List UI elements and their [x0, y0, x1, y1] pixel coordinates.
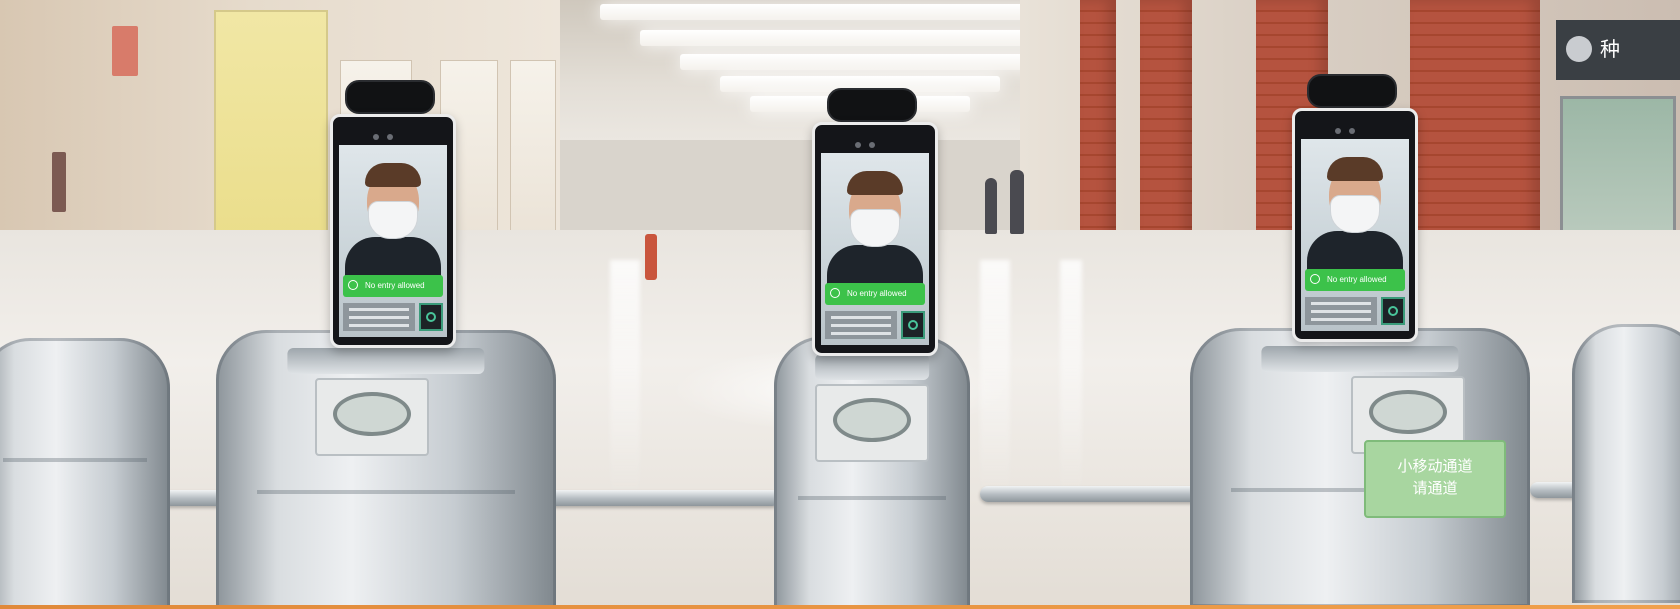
kiosk-screen: No entry allowed — [1301, 139, 1409, 331]
sensor-dots — [855, 135, 883, 153]
kiosk-body: No entry allowed — [1292, 108, 1418, 342]
kiosk-body: No entry allowed — [812, 122, 938, 356]
shop-sign: 种 — [1556, 20, 1680, 80]
status-bar: No entry allowed — [825, 283, 925, 305]
camera-icon — [345, 80, 435, 114]
person-hair — [365, 163, 421, 187]
wall-sign — [112, 26, 138, 76]
turnstile — [216, 330, 556, 609]
floor-reflection — [1060, 260, 1082, 500]
temperature-kiosk: No entry allowed — [812, 88, 938, 356]
qr-code-icon — [901, 311, 925, 339]
status-text: No entry allowed — [1327, 275, 1387, 284]
info-panel — [343, 303, 415, 331]
card-reader — [315, 378, 430, 456]
kiosk-body: No entry allowed — [330, 114, 456, 348]
camera-icon — [827, 88, 917, 122]
shop-sign-text: 种 — [1600, 39, 1621, 61]
status-text: No entry allowed — [847, 289, 907, 298]
card-reader-disc — [833, 398, 911, 442]
face-mask — [1330, 195, 1380, 233]
person-hair — [1327, 157, 1383, 181]
turnstile — [1572, 324, 1680, 603]
turnstile-top — [815, 354, 929, 380]
check-icon — [830, 288, 840, 298]
floor-reflection — [610, 260, 640, 500]
floor-reflection — [980, 260, 1010, 500]
wall-fixture — [52, 152, 66, 212]
brick-column — [1080, 0, 1116, 250]
turnstile-top — [1261, 346, 1459, 372]
face-mask — [850, 209, 900, 247]
sensor-dots — [373, 127, 401, 145]
red-bollard — [645, 234, 657, 280]
camera-icon — [1307, 74, 1397, 108]
kiosk-screen: No entry allowed — [821, 153, 929, 345]
check-icon — [1310, 274, 1320, 284]
qr-code-icon — [1381, 297, 1405, 325]
shop-logo-icon — [1566, 36, 1592, 62]
info-panel — [1305, 297, 1377, 325]
card-reader — [815, 384, 929, 462]
ceiling-light — [680, 54, 1040, 70]
temperature-kiosk: No entry allowed — [330, 80, 456, 348]
check-icon — [348, 280, 358, 290]
info-panel — [825, 311, 897, 339]
face-mask — [368, 201, 418, 239]
ceiling-light — [640, 30, 1080, 46]
turnstile — [774, 336, 970, 609]
card-reader-disc — [333, 392, 412, 436]
person-shoulders — [345, 237, 441, 277]
card-reader-disc — [1368, 390, 1447, 434]
station-photo: 种 小移动通道 请通道 No entry allowed No entry al… — [0, 0, 1680, 609]
status-bar: No entry allowed — [343, 275, 443, 297]
turnstile-stripe — [797, 496, 947, 500]
green-sign-line2: 请通道 — [1412, 480, 1458, 497]
turnstile-bar — [518, 490, 780, 506]
person-hair — [847, 171, 903, 195]
turnstile-top — [287, 348, 485, 374]
sensor-dots — [1335, 121, 1363, 139]
person-shoulders — [1307, 231, 1403, 271]
qr-code-icon — [419, 303, 443, 331]
turnstile-stripe — [2, 458, 148, 462]
turnstile — [0, 338, 170, 609]
temperature-kiosk: No entry allowed — [1292, 74, 1418, 342]
green-sign: 小移动通道 请通道 — [1364, 440, 1506, 518]
status-text: No entry allowed — [365, 281, 425, 290]
person-shoulders — [827, 245, 923, 285]
distant-person — [985, 178, 997, 234]
accent-border — [0, 605, 1680, 609]
green-sign-line1: 小移动通道 — [1397, 458, 1473, 475]
distant-person — [1010, 170, 1024, 234]
status-bar: No entry allowed — [1305, 269, 1405, 291]
kiosk-screen: No entry allowed — [339, 145, 447, 337]
turnstile-stripe — [256, 490, 516, 494]
